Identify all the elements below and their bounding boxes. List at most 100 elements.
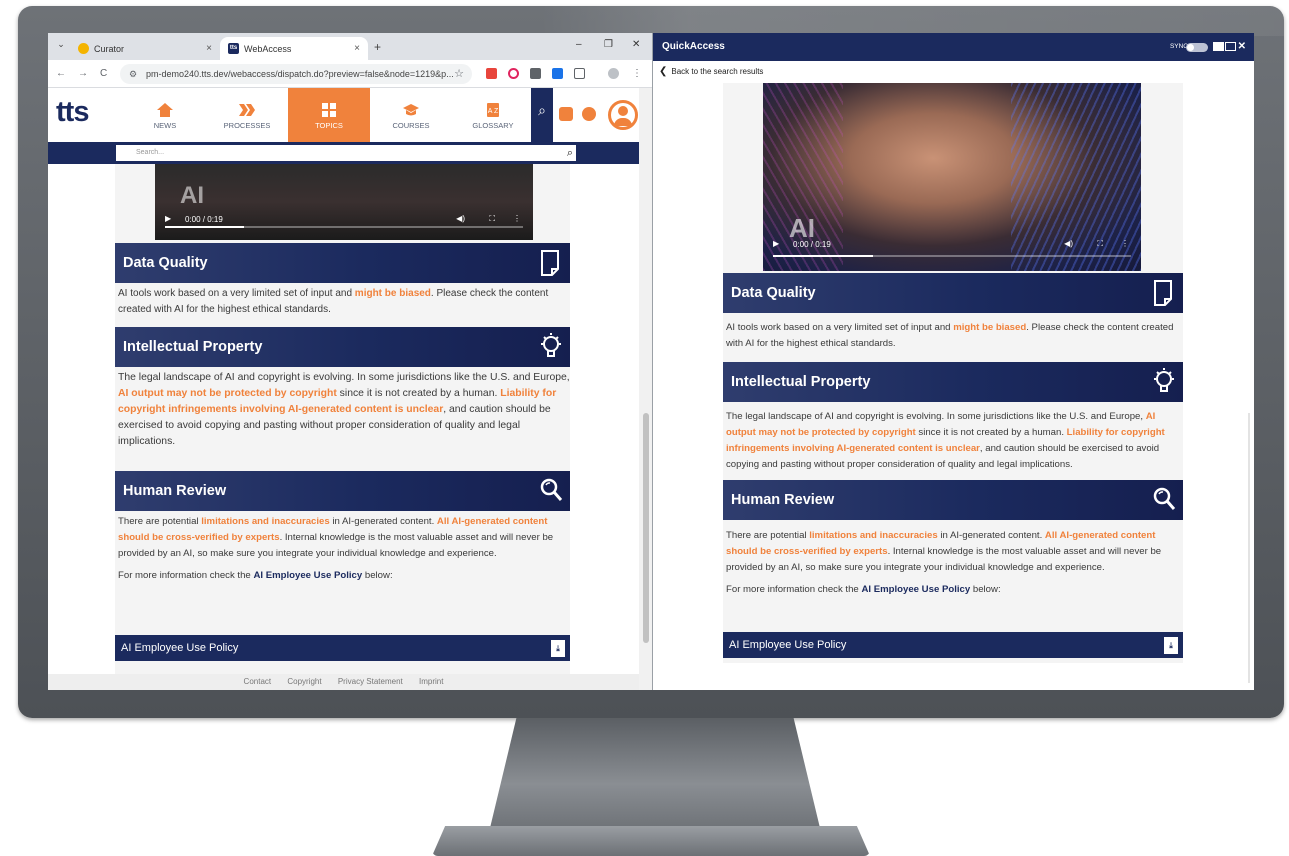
video-time: 0:00 / 0:19 xyxy=(185,215,223,224)
close-icon[interactable]: ✕ xyxy=(1238,33,1246,61)
pdf-icon: ⤓ xyxy=(1164,637,1178,654)
pdf-icon: ⤓ xyxy=(551,640,565,657)
camera-icon[interactable] xyxy=(530,68,541,79)
minimize-button[interactable]: – xyxy=(576,39,582,50)
policy-link-label: AI Employee Use Policy xyxy=(121,642,239,654)
profile-icon[interactable] xyxy=(608,68,619,79)
nav-courses[interactable]: COURSES xyxy=(370,88,452,142)
quickaccess-scrollbar[interactable] xyxy=(1248,413,1250,683)
policy-download-link[interactable]: AI Employee Use Policy ⤓ xyxy=(723,632,1183,658)
video-controls: ▶ 0:00 / 0:19 ◀) ⛶ ⋮ xyxy=(773,239,1133,251)
grid-icon xyxy=(322,103,336,117)
tab-title: WebAccess xyxy=(244,43,292,54)
volume-icon[interactable]: ◀) xyxy=(1064,239,1073,248)
quickaccess-page: AI ▶ 0:00 / 0:19 ◀) ⛶ ⋮ Data Quality AI xyxy=(653,83,1254,690)
restore-button[interactable]: ❐ xyxy=(604,39,613,50)
tools-icon[interactable] xyxy=(582,107,596,121)
volume-icon[interactable]: ◀) xyxy=(456,214,465,223)
tts-logo[interactable]: tts xyxy=(56,96,89,129)
address-bar: ← → C ⚙ pm-demo240.tts.dev/webaccess/dis… xyxy=(48,60,652,88)
text-run: There are potential xyxy=(726,530,810,541)
magnifier-icon xyxy=(1153,487,1176,510)
section-title: Human Review xyxy=(731,492,835,508)
back-label: Back to the search results xyxy=(671,67,764,76)
site-search-input[interactable]: Search... ⌕ xyxy=(116,145,576,161)
tab-close-icon[interactable]: × xyxy=(354,43,360,54)
browser-window: ⌄ Curator × tts WebAccess × + – ❐ ✕ ← → … xyxy=(48,33,653,690)
section-header-data-quality: Data Quality xyxy=(723,273,1183,313)
video-player[interactable]: AI ▶ 0:00 / 0:19 ◀) ⛶ ⋮ xyxy=(763,83,1141,271)
tab-close-icon[interactable]: × xyxy=(206,43,212,54)
site-info-icon[interactable]: ⚙ xyxy=(129,64,137,84)
nav-label: NEWS xyxy=(153,121,177,130)
section-header-data-quality: Data Quality xyxy=(115,243,570,283)
text-run: below: xyxy=(362,570,393,581)
text-run: The legal landscape of AI and copyright … xyxy=(726,411,1146,422)
nav-processes[interactable]: PROCESSES xyxy=(206,88,288,142)
extension-icon[interactable] xyxy=(486,68,497,79)
feedback-icon[interactable] xyxy=(559,107,573,121)
policy-download-link[interactable]: AI Employee Use Policy ⤓ xyxy=(115,635,570,661)
data-quality-text: AI tools work based on a very limited se… xyxy=(726,320,1182,352)
more-info-text: For more information check the AI Employ… xyxy=(118,568,570,584)
video-player[interactable]: AI ▶ 0:00 / 0:19 ◀) ⛶ ⋮ xyxy=(155,164,533,240)
footer-link-contact[interactable]: Contact xyxy=(244,677,272,686)
highlight-text: might be biased xyxy=(953,322,1027,333)
nav-news[interactable]: NEWS xyxy=(124,88,206,142)
home-icon xyxy=(157,103,173,117)
quickaccess-title: QuickAccess xyxy=(662,41,725,52)
tab-webaccess[interactable]: tts WebAccess × xyxy=(220,37,368,60)
forward-button[interactable]: → xyxy=(78,68,88,79)
play-icon[interactable]: ▶ xyxy=(773,239,779,248)
new-tab-button[interactable]: + xyxy=(374,40,381,54)
footer-link-copyright[interactable]: Copyright xyxy=(287,677,321,686)
tab-search-icon[interactable]: ⌄ xyxy=(54,39,68,53)
highlight-text: limitations and inaccuracies xyxy=(201,516,330,527)
tab-curator[interactable]: Curator × xyxy=(70,37,220,60)
maximize-icon[interactable] xyxy=(1213,42,1224,51)
fullscreen-icon[interactable]: ⛶ xyxy=(1097,239,1103,249)
quickaccess-titlebar: QuickAccess SYNC ✕ xyxy=(653,33,1254,61)
tab-bar: ⌄ Curator × tts WebAccess × + – ❐ ✕ xyxy=(48,33,652,60)
text-run: in AI-generated content. xyxy=(329,516,437,527)
more-options-icon[interactable]: ⋮ xyxy=(1121,239,1129,248)
site-header: tts NEWS PROCESSES TOPICS COURSES A Z GL… xyxy=(48,88,652,142)
pocket-icon[interactable] xyxy=(508,68,519,79)
reload-button[interactable]: C xyxy=(100,68,107,79)
svg-text:A Z: A Z xyxy=(488,108,499,115)
url-field[interactable]: ⚙ pm-demo240.tts.dev/webaccess/dispatch.… xyxy=(120,64,472,84)
more-options-icon[interactable]: ⋮ xyxy=(513,214,521,223)
video-progress-bar[interactable] xyxy=(773,255,1131,257)
dock-icon[interactable] xyxy=(1225,42,1236,51)
fullscreen-icon[interactable]: ⛶ xyxy=(489,214,495,224)
glossary-book-icon: A Z xyxy=(487,103,499,117)
page-scrollbar[interactable] xyxy=(639,88,652,690)
human-review-text: There are potential limitations and inac… xyxy=(118,514,570,562)
sync-toggle[interactable] xyxy=(1186,43,1208,52)
nav-glossary[interactable]: A Z GLOSSARY xyxy=(452,88,534,142)
bookmark-star-icon[interactable]: ☆ xyxy=(454,64,464,84)
highlight-text: might be biased xyxy=(354,288,431,299)
ip-text: The legal landscape of AI and copyright … xyxy=(118,370,570,450)
back-to-results-link[interactable]: ❮ Back to the search results xyxy=(653,61,1254,83)
topic-content: AI ▶ 0:00 / 0:19 ◀) ⛶ ⋮ Data Quality AI xyxy=(115,164,570,674)
magnifier-icon xyxy=(540,478,563,501)
nav-topics[interactable]: TOPICS xyxy=(288,88,370,142)
puzzle-icon[interactable] xyxy=(574,68,585,79)
header-search-button[interactable]: ⌕ xyxy=(531,88,553,142)
section-title: Intellectual Property xyxy=(123,339,263,355)
play-icon[interactable]: ▶ xyxy=(165,214,171,223)
menu-kebab-icon[interactable]: ⋮ xyxy=(632,68,642,79)
footer-link-privacy[interactable]: Privacy Statement xyxy=(338,677,403,686)
video-progress-bar[interactable] xyxy=(165,226,523,228)
user-avatar[interactable] xyxy=(608,100,638,130)
close-window-button[interactable]: ✕ xyxy=(632,39,640,50)
extension-icon[interactable] xyxy=(552,68,563,79)
scrollbar-thumb[interactable] xyxy=(643,413,649,643)
footer-link-imprint[interactable]: Imprint xyxy=(419,677,443,686)
video-watermark: AI xyxy=(180,182,204,209)
search-icon[interactable]: ⌕ xyxy=(567,145,573,161)
back-button[interactable]: ← xyxy=(56,68,66,79)
lightbulb-icon xyxy=(1154,368,1174,392)
document-icon xyxy=(1154,280,1172,306)
